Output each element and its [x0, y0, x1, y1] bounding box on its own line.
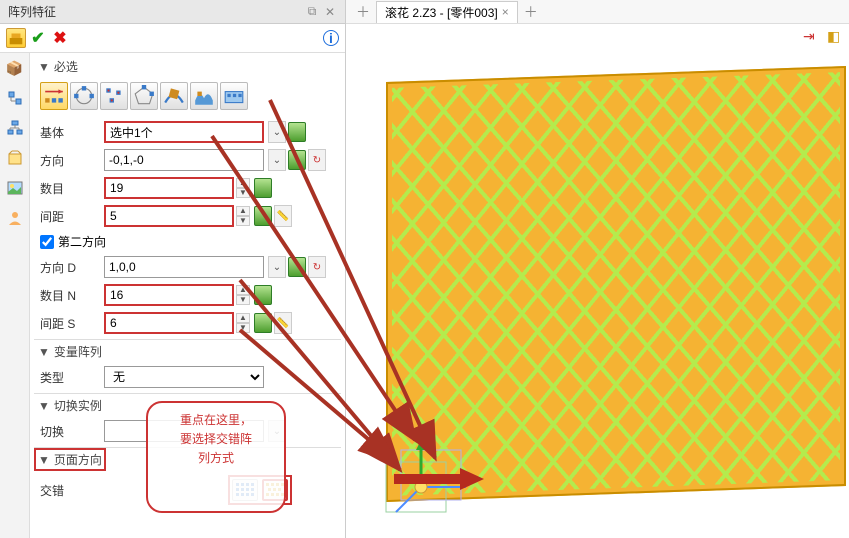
type-label: 类型	[40, 369, 104, 386]
vtb-user-icon[interactable]	[4, 207, 26, 229]
toggle-instance-label: 切换实例	[54, 397, 102, 414]
count-input[interactable]	[104, 177, 234, 199]
pattern-type-row	[34, 78, 341, 118]
tri-down-icon3: ▼	[38, 399, 50, 413]
pattern-polygon-icon[interactable]	[130, 82, 158, 110]
feature-panel: 阵列特征 ⧉ ✕ ✔ ✖ i 📦 ▼ 必选	[0, 0, 346, 538]
pattern-curve-icon[interactable]	[160, 82, 188, 110]
vtb-hierarchy-icon[interactable]	[4, 117, 26, 139]
count-label: 数目	[40, 180, 104, 197]
annotation-line3: 列方式	[154, 449, 278, 468]
info-button[interactable]: i	[323, 30, 339, 46]
count2-label: 数目 N	[40, 287, 104, 304]
collapse-icon[interactable]: ⧉	[305, 5, 319, 19]
panel-body: 📦 ▼ 必选	[0, 53, 345, 538]
vtb-image-icon[interactable]	[4, 177, 26, 199]
spacing-spin[interactable]: ▲▼	[236, 206, 250, 226]
spacing-measure-icon[interactable]: 📏	[274, 205, 292, 227]
type-select[interactable]: 无	[104, 366, 264, 388]
direction-label: 方向	[40, 152, 104, 169]
form-area: ▼ 必选 基体 ⌄	[30, 53, 345, 538]
section-required-label: 必选	[54, 58, 78, 75]
tri-down-icon: ▼	[38, 60, 50, 74]
annotation-callout: 重点在这里， 要选择交错阵 列方式	[146, 401, 286, 513]
direction-arrow[interactable]	[394, 468, 484, 490]
direction2-input[interactable]	[104, 256, 264, 278]
section-page-direction[interactable]: ▼ 页面方向	[38, 451, 102, 468]
pattern-linear-icon[interactable]	[40, 82, 68, 110]
direction2-expand-icon[interactable]: ⌄	[268, 256, 286, 278]
direction2-pick-button[interactable]	[288, 257, 306, 277]
row-type: 类型 无	[34, 363, 341, 391]
variable-array-label: 变量阵列	[54, 343, 102, 360]
base-label: 基体	[40, 124, 104, 141]
pattern-point-icon[interactable]	[100, 82, 128, 110]
direction2-reverse-icon[interactable]: ↻	[308, 256, 326, 278]
direction2-label: 方向 D	[40, 259, 104, 276]
tri-down-icon4: ▼	[38, 453, 50, 467]
pattern-fill-icon[interactable]	[220, 82, 248, 110]
vtb-box-icon[interactable]	[4, 147, 26, 169]
pattern-face-icon[interactable]	[190, 82, 218, 110]
count-pick-button[interactable]	[254, 178, 272, 198]
spacing2-spin[interactable]: ▲▼	[236, 313, 250, 333]
confirm-button[interactable]: ✔	[28, 28, 48, 48]
count2-input[interactable]	[104, 284, 234, 306]
count2-spin[interactable]: ▲▼	[236, 285, 250, 305]
direction-reverse-icon[interactable]: ↻	[308, 149, 326, 171]
row-spacing: 间距 ▲▼ 📏	[34, 202, 341, 230]
count2-pick-button[interactable]	[254, 285, 272, 305]
spacing2-input[interactable]	[104, 312, 234, 334]
row-count2: 数目 N ▲▼	[34, 281, 341, 309]
spacing-label: 间距	[40, 208, 104, 225]
row-direction2: 方向 D ⌄ ↻	[34, 253, 341, 281]
viewport: ＋ 滚花 2.Z3 - [零件003] × ＋ ⇥ ◧	[346, 0, 849, 538]
vtb-tree-icon[interactable]	[4, 87, 26, 109]
count-spin[interactable]: ▲▼	[236, 178, 250, 198]
section-variable-array[interactable]: ▼ 变量阵列	[34, 340, 341, 363]
spacing-input[interactable]	[104, 205, 234, 227]
page-direction-label: 页面方向	[54, 451, 102, 468]
close-panel-icon[interactable]: ✕	[323, 5, 337, 19]
document-tab[interactable]: 滚花 2.Z3 - [零件003] ×	[376, 1, 518, 23]
panel-title: 阵列特征	[8, 3, 56, 20]
canvas-area[interactable]	[346, 24, 849, 538]
row-direction: 方向 ⌄ ↻	[34, 146, 341, 174]
panel-title-bar: 阵列特征 ⧉ ✕	[0, 0, 345, 24]
second-direction-label: 第二方向	[58, 233, 106, 250]
tab-plus-left[interactable]: ＋	[350, 2, 376, 22]
feature-icon	[6, 28, 26, 48]
cancel-button[interactable]: ✖	[50, 28, 70, 48]
panel-title-controls: ⧉ ✕	[305, 5, 337, 19]
tab-title: 滚花 2.Z3 - [零件003]	[385, 4, 498, 21]
tri-down-icon2: ▼	[38, 345, 50, 359]
stagger-label: 交错	[40, 482, 96, 499]
pattern-circular-icon[interactable]	[70, 82, 98, 110]
row-second-direction: 第二方向	[34, 230, 341, 253]
second-direction-checkbox[interactable]	[40, 235, 54, 249]
section-required[interactable]: ▼ 必选	[34, 55, 341, 78]
direction-expand-icon[interactable]: ⌄	[268, 149, 286, 171]
row-count: 数目 ▲▼	[34, 174, 341, 202]
base-pick-button[interactable]	[288, 122, 306, 142]
panel-toolbar: ✔ ✖ i	[0, 24, 345, 53]
annotation-line1: 重点在这里，	[154, 411, 278, 430]
base-input[interactable]	[104, 121, 264, 143]
direction-input[interactable]	[104, 149, 264, 171]
vertical-toolbar: 📦	[0, 53, 30, 538]
tab-close-icon[interactable]: ×	[502, 5, 509, 19]
toggle-label: 切换	[40, 423, 104, 440]
annotation-line2: 要选择交错阵	[154, 430, 278, 449]
spacing2-pick-button[interactable]	[254, 313, 272, 333]
spacing2-label: 间距 S	[40, 315, 104, 332]
vtb-feature-icon[interactable]: 📦	[4, 57, 26, 79]
spacing-pick-button[interactable]	[254, 206, 272, 226]
direction-pick-button[interactable]	[288, 150, 306, 170]
tab-plus-right[interactable]: ＋	[518, 2, 544, 22]
row-base: 基体 ⌄	[34, 118, 341, 146]
row-spacing2: 间距 S ▲▼ 📏	[34, 309, 341, 337]
base-expand-icon[interactable]: ⌄	[268, 121, 286, 143]
spacing2-measure-icon[interactable]: 📏	[274, 312, 292, 334]
tab-bar: ＋ 滚花 2.Z3 - [零件003] × ＋	[346, 0, 849, 24]
